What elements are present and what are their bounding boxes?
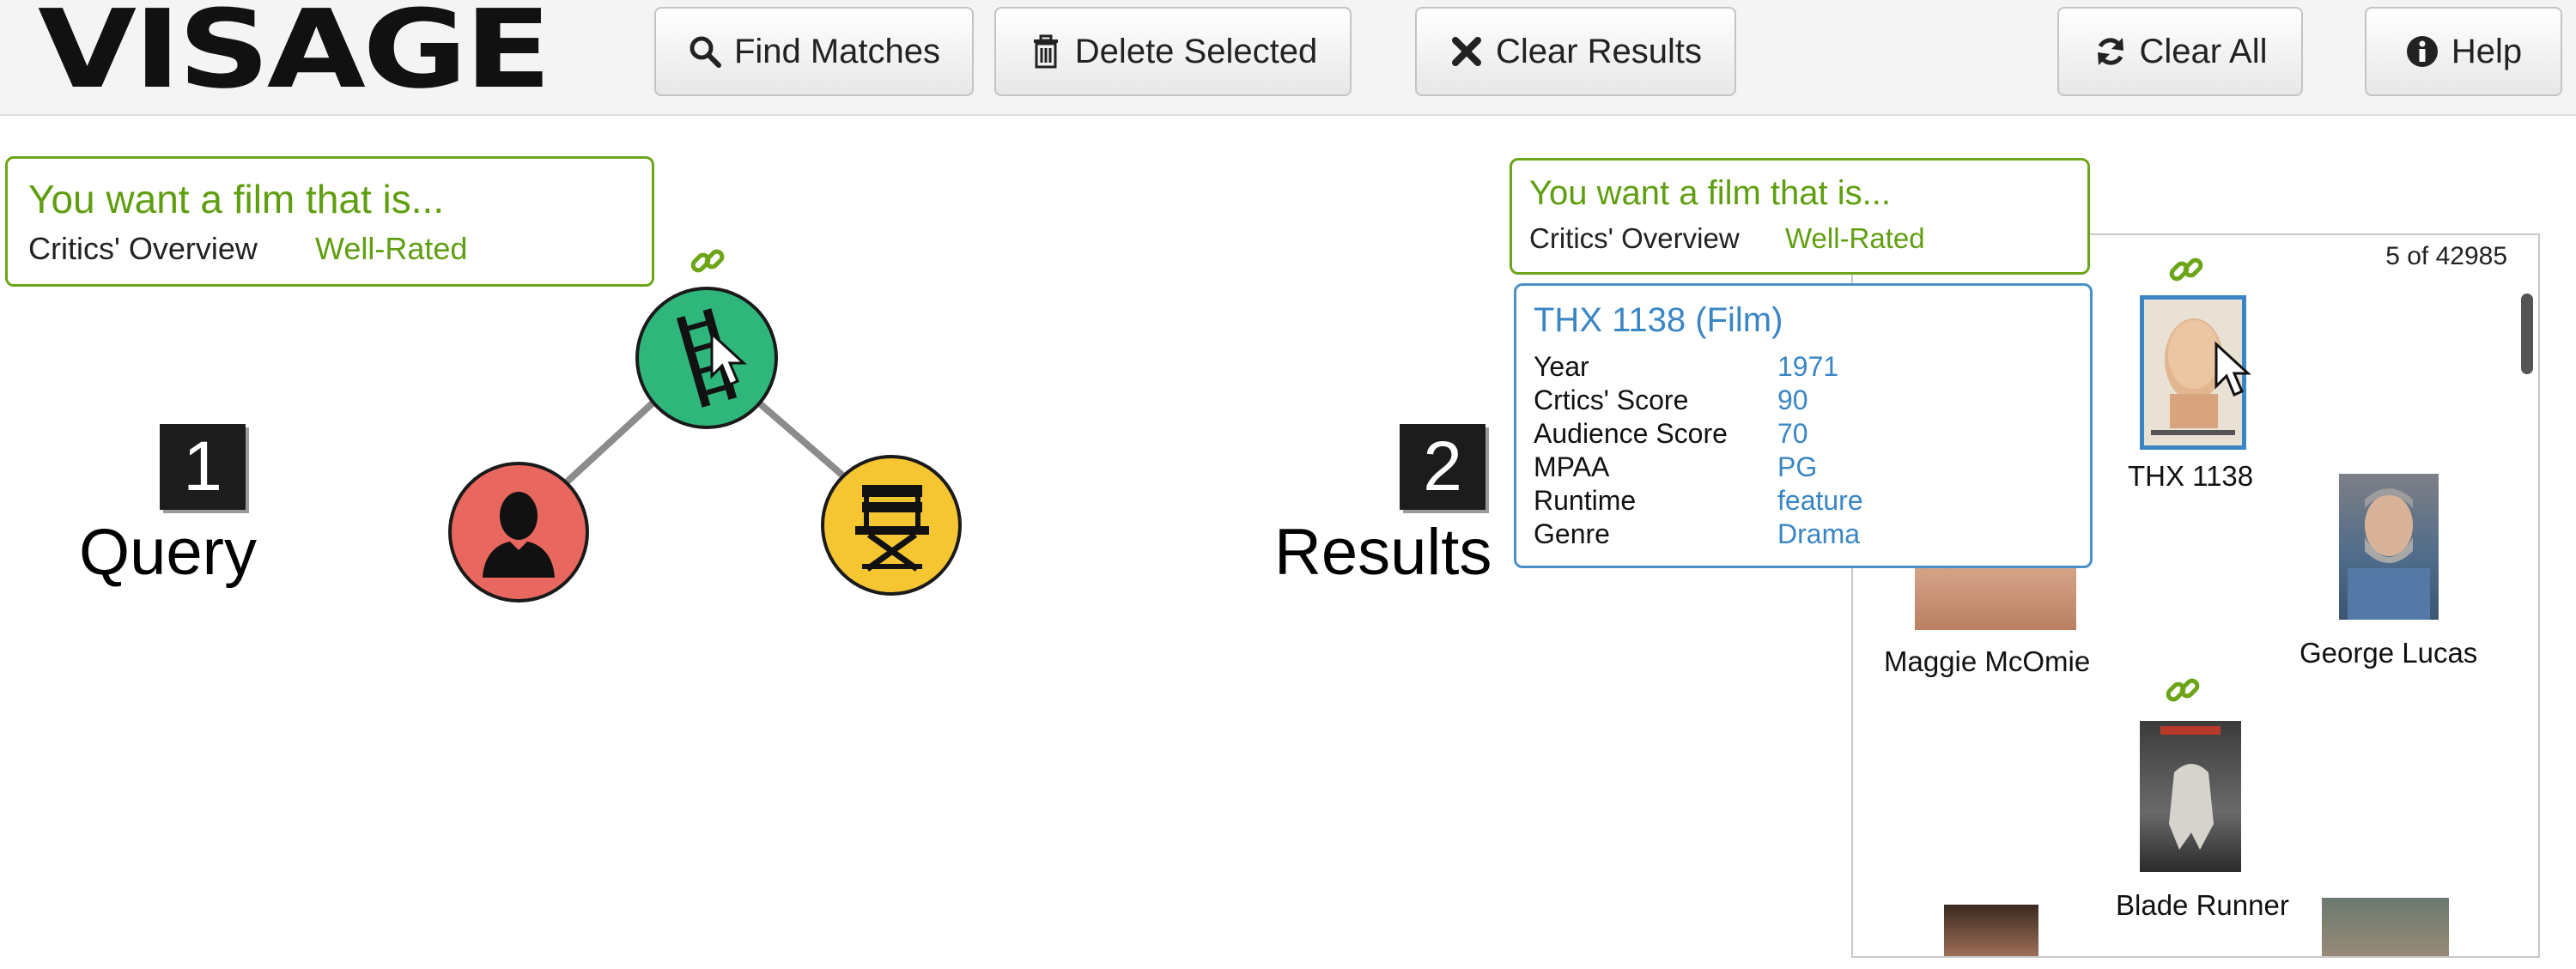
person-icon [483, 492, 555, 578]
link-icon[interactable] [2166, 249, 2207, 294]
detail-value: 70 [1777, 418, 1808, 449]
results-pref-value: Well-Rated [1785, 222, 1925, 254]
detail-value: PG [1777, 451, 1818, 482]
detail-key: Crtics' Score [1534, 385, 1689, 415]
thx-1138-name: THX 1138 [2128, 460, 2254, 492]
detail-title: THX 1138 (Film) [1534, 301, 1783, 339]
maggie-mcomie-photo[interactable] [1915, 561, 2076, 630]
step-2-badge: 2 [1400, 424, 1485, 510]
detail-key: Genre [1534, 518, 1610, 549]
george-lucas-photo[interactable] [2339, 474, 2439, 620]
results-pref-key: Critics' Overview [1529, 222, 1740, 254]
detail-value: 1971 [1777, 351, 1839, 382]
results-label: Results [1274, 516, 1492, 589]
blade-runner-poster[interactable] [2140, 721, 2241, 872]
results-pref-title: You want a film that is... [1529, 174, 1891, 212]
results-preference-box[interactable]: You want a film that is... Critics' Over… [1510, 158, 2090, 275]
film-detail-card: THX 1138 (Film) Year 1971 Crtics' Score … [1514, 283, 2093, 568]
lucas-photo-art [2348, 488, 2430, 620]
result-count: 5 of 42985 [2385, 242, 2507, 270]
maggie-mcomie-name: Maggie McOmie [1884, 645, 2091, 677]
detail-value: 90 [1777, 385, 1808, 415]
director-chair-icon [855, 485, 929, 572]
link-icon[interactable] [2162, 669, 2203, 715]
detail-key: MPAA [1534, 451, 1610, 482]
george-lucas-name: George Lucas [2300, 637, 2478, 669]
director-photo-partial[interactable] [2322, 898, 2449, 956]
detail-value: feature [1777, 485, 1863, 516]
detail-key: Audience Score [1534, 418, 1728, 449]
detail-key: Runtime [1534, 485, 1637, 516]
scrollbar[interactable] [2521, 294, 2533, 374]
blade-runner-name: Blade Runner [2116, 889, 2289, 921]
director-node[interactable] [821, 455, 962, 596]
cursor-icon [710, 331, 747, 386]
cast-photo-partial[interactable] [1944, 905, 2038, 956]
detail-value: Drama [1777, 518, 1861, 549]
film-node[interactable] [635, 287, 778, 429]
blade-poster-art [2160, 726, 2221, 850]
detail-key: Year [1534, 351, 1589, 382]
person-node[interactable] [448, 462, 589, 603]
cursor-icon [2215, 342, 2251, 397]
link-icon[interactable] [687, 240, 728, 286]
